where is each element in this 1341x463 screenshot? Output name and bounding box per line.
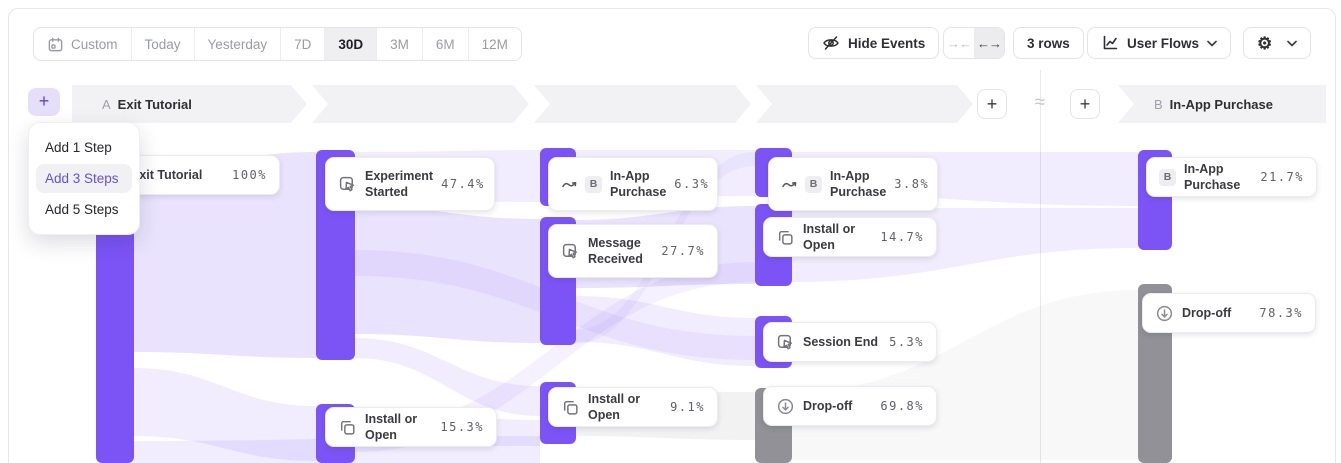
step-segment-a[interactable]: AExit Tutorial [72, 85, 307, 123]
date-range-today[interactable]: Today [131, 28, 194, 60]
step-b-letter: B [1154, 97, 1163, 112]
eye-off-icon [822, 34, 840, 52]
hide-events-label: Hide Events [848, 36, 925, 51]
step-a-label: AExit Tutorial [102, 97, 192, 112]
event-cursor-icon [776, 333, 795, 352]
event-cursor-icon [338, 175, 357, 194]
node-label: Experiment Started [365, 168, 433, 201]
node-percent: 14.7% [880, 230, 924, 244]
chevron-down-icon [1207, 40, 1217, 47]
node-label: Install or Open [803, 221, 872, 254]
node-label: In-App Purchase [1184, 161, 1252, 194]
node-percent: 47.4% [441, 177, 485, 191]
flow-chart-icon [1101, 34, 1119, 52]
date-range-30d[interactable]: 30D [324, 28, 376, 60]
step-band-b[interactable]: BIn-App Purchase [1118, 85, 1326, 123]
view-selector-label: User Flows [1127, 36, 1199, 51]
node-percent: 69.8% [880, 399, 924, 413]
step-band-a: AExit Tutorial [72, 85, 973, 123]
node-percent: 3.8% [894, 177, 929, 191]
approx-separator: ≈ [1029, 92, 1051, 114]
rows-label: 3 rows [1027, 36, 1070, 51]
add-step-button-a[interactable]: + [28, 88, 60, 116]
collapse-width-icon[interactable]: →← [944, 28, 974, 58]
step-segment[interactable] [756, 85, 973, 123]
date-range-custom[interactable]: Custom [34, 28, 131, 60]
node-label: Message Received [588, 235, 653, 268]
menu-item-add-1-step[interactable]: Add 1 Step [36, 133, 132, 162]
date-range-7d[interactable]: 7D [280, 28, 324, 60]
node-card-install-open-c[interactable]: Install or Open 14.7% [763, 217, 937, 257]
step-b-badge: B [805, 176, 822, 193]
view-selector-button[interactable]: User Flows [1087, 27, 1231, 59]
hide-events-button[interactable]: Hide Events [808, 27, 939, 59]
add-step-menu: Add 1 Step Add 3 Steps Add 5 Steps [28, 122, 140, 235]
node-card-experiment-started[interactable]: Experiment Started 47.4% [325, 157, 495, 211]
step-a-letter: A [102, 97, 111, 112]
date-range-12m[interactable]: 12M [468, 28, 521, 60]
dropoff-arrow-icon [1155, 304, 1174, 323]
node-card-inapp-b1[interactable]: B In-App Purchase 6.3% [548, 157, 718, 211]
node-card-inapp-b2[interactable]: B In-App Purchase 3.8% [768, 157, 938, 211]
node-label: Exit Tutorial [131, 167, 202, 183]
node-card-exit-tutorial[interactable]: Exit Tutorial 100% [118, 155, 280, 195]
expand-width-icon[interactable]: ←→ [974, 28, 1004, 58]
date-range-3m[interactable]: 3M [376, 28, 422, 60]
step-b-label: BIn-App Purchase [1154, 97, 1273, 112]
calendar-icon [47, 36, 64, 53]
node-percent: 21.7% [1260, 170, 1304, 184]
date-range-yesterday[interactable]: Yesterday [194, 28, 281, 60]
chevron-down-icon [1287, 40, 1297, 47]
node-card-install-open-b[interactable]: Install or Open 9.1% [548, 387, 718, 427]
date-range-selector: Custom Today Yesterday 7D 30D 3M 6M 12M [33, 27, 522, 61]
copy-squares-icon [338, 418, 357, 437]
node-percent: 9.1% [670, 400, 705, 414]
gear-icon: ⚙ [1257, 35, 1272, 52]
rows-button[interactable]: 3 rows [1013, 27, 1084, 59]
node-label: Install or Open [588, 391, 662, 424]
menu-item-add-5-steps[interactable]: Add 5 Steps [36, 195, 132, 224]
menu-item-add-3-steps[interactable]: Add 3 Steps [36, 164, 132, 193]
event-cursor-icon [561, 242, 580, 261]
step-b-badge: B [585, 176, 602, 193]
node-label: Install or Open [365, 411, 432, 444]
date-range-label: Custom [71, 37, 118, 52]
node-card-session-end[interactable]: Session End 5.3% [763, 322, 937, 362]
node-percent: 5.3% [889, 335, 924, 349]
node-card-dropoff-a[interactable]: Drop-off 69.8% [763, 386, 937, 426]
width-toggle: →← ←→ [943, 27, 1005, 59]
node-percent: 100% [232, 168, 267, 182]
node-card-dropoff-b[interactable]: Drop-off 78.3% [1142, 293, 1316, 333]
node-card-inapp-b3[interactable]: B In-App Purchase 21.7% [1146, 157, 1317, 197]
add-step-button-end-a[interactable]: + [977, 89, 1007, 119]
trend-arrow-icon [781, 177, 797, 191]
copy-squares-icon [776, 228, 795, 247]
node-label: Drop-off [1182, 305, 1231, 321]
node-label: In-App Purchase [610, 168, 666, 201]
node-card-install-open-a[interactable]: Install or Open 15.3% [325, 407, 497, 447]
node-percent: 6.3% [674, 177, 709, 191]
dropoff-arrow-icon [776, 397, 795, 416]
date-range-6m[interactable]: 6M [422, 28, 468, 60]
step-segment[interactable] [312, 85, 529, 123]
node-percent: 78.3% [1259, 306, 1303, 320]
add-step-button-start-b[interactable]: + [1070, 89, 1100, 119]
step-b-badge: B [1159, 169, 1176, 186]
settings-button[interactable]: ⚙ [1243, 27, 1311, 59]
node-percent: 15.3% [440, 420, 484, 434]
copy-squares-icon [561, 398, 580, 417]
node-label: In-App Purchase [830, 168, 886, 201]
trend-arrow-icon [561, 177, 577, 191]
step-segment[interactable] [534, 85, 751, 123]
user-flows-widget: Custom Today Yesterday 7D 30D 3M 6M 12M … [0, 0, 1341, 463]
node-label: Drop-off [803, 398, 852, 414]
node-card-message-received[interactable]: Message Received 27.7% [548, 224, 718, 278]
node-percent: 27.7% [661, 244, 705, 258]
node-label: Session End [803, 334, 878, 350]
